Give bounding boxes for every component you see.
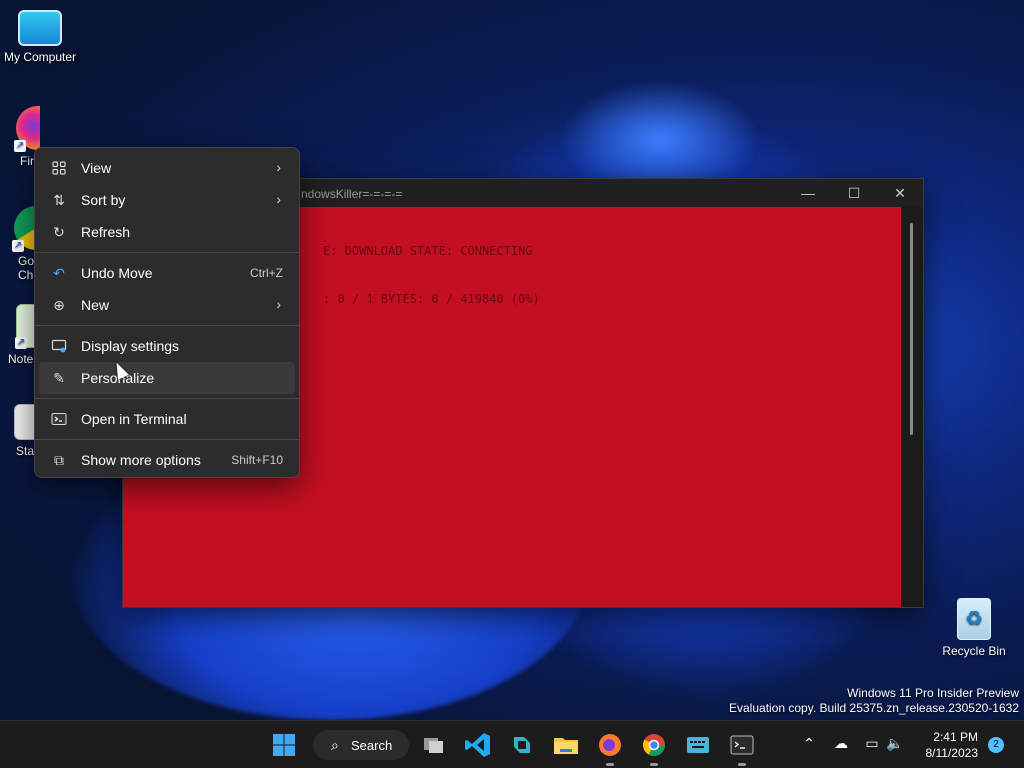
menu-item-personalize[interactable]: ✎ Personalize [39, 362, 295, 394]
desktop-icon-recycle-bin[interactable]: ♻ Recycle Bin [934, 598, 1014, 658]
start-button[interactable] [268, 729, 300, 761]
running-indicator [606, 763, 614, 766]
menu-item-open-in-terminal[interactable]: Open in Terminal [39, 403, 295, 435]
edge-dev-icon [514, 737, 530, 753]
pen-icon: ✎ [53, 370, 65, 386]
taskbar-file-explorer[interactable] [550, 729, 582, 761]
network-offline-icon[interactable]: ☁ [831, 735, 851, 752]
shortcut-arrow-icon: ↗ [15, 337, 27, 349]
running-indicator [738, 763, 746, 766]
menu-item-refresh[interactable]: ↻ Refresh [39, 216, 295, 248]
taskbar: ⌕ Search ⌃ ☁ ▭ 🔈 2:41 PM 8/11/2023 2 [0, 720, 1024, 768]
volume-icon[interactable]: 🔈 [885, 735, 905, 752]
minimize-button[interactable]: — [785, 179, 831, 207]
running-indicator [650, 763, 658, 766]
menu-divider [35, 439, 299, 440]
watermark-line: Evaluation copy. Build 25375.zn_release.… [729, 701, 1019, 715]
start-icon [273, 734, 295, 756]
ethernet-icon[interactable]: ▭ [862, 735, 882, 752]
task-view-icon [424, 738, 443, 753]
share-icon: ⧉ [54, 452, 64, 468]
menu-divider [35, 252, 299, 253]
chevron-up-icon[interactable]: ⌃ [799, 735, 819, 752]
menu-divider [35, 325, 299, 326]
terminal-icon [51, 411, 67, 427]
menu-item-shortcut: Shift+F10 [231, 453, 283, 467]
menu-item-label: Sort by [81, 192, 126, 208]
menu-item-sort-by[interactable]: ⇅ Sort by › [39, 184, 295, 216]
search-label: Search [351, 738, 393, 753]
shortcut-arrow-icon: ↗ [12, 240, 24, 252]
menu-divider [35, 398, 299, 399]
sort-icon: ⇅ [53, 192, 65, 208]
desktop-icon-label: My Computer [3, 50, 77, 64]
plus-circle-icon: ⊕ [53, 297, 65, 313]
clock-date: 8/11/2023 [925, 746, 979, 760]
close-button[interactable]: ✕ [877, 179, 923, 207]
taskbar-chrome[interactable] [638, 729, 670, 766]
desktop-icon-my-computer[interactable]: My Computer [0, 10, 80, 64]
monitor-icon [18, 10, 62, 46]
watermark-line: Windows 11 Pro Insider Preview [847, 686, 1019, 700]
window-title: ndowsKiller=-=-=-= [301, 187, 403, 201]
menu-item-label: New [81, 297, 110, 313]
firefox-icon [599, 734, 621, 756]
menu-item-label: Show more options [81, 452, 201, 468]
scrollbar[interactable] [901, 207, 923, 607]
menu-item-show-more-options[interactable]: ⧉ Show more options Shift+F10 [39, 444, 295, 476]
taskbar-edge-dev[interactable] [506, 729, 538, 761]
chevron-right-icon: › [276, 159, 281, 175]
search-icon: ⌕ [331, 737, 339, 753]
menu-item-display-settings[interactable]: Display settings [39, 330, 295, 362]
desktop-context-menu: View › ⇅ Sort by › ↻ Refresh ↶ Undo Move… [34, 147, 300, 478]
taskbar-keyboard-app[interactable] [682, 729, 714, 761]
file-explorer-icon [554, 738, 578, 754]
undo-icon: ↶ [53, 265, 65, 281]
desktop-icon-label: Recycle Bin [942, 644, 1006, 658]
display-settings-icon [51, 338, 67, 354]
menu-item-label: Open in Terminal [81, 411, 187, 427]
system-clock[interactable]: 2:41 PM 8/11/2023 [916, 729, 979, 761]
chevron-right-icon: › [276, 191, 281, 207]
chrome-icon [643, 734, 665, 756]
menu-item-undo-move[interactable]: ↶ Undo Move Ctrl+Z [39, 257, 295, 289]
recycle-bin-icon: ♻ [957, 598, 991, 640]
menu-item-shortcut: Ctrl+Z [250, 266, 283, 280]
chevron-right-icon: › [276, 296, 281, 312]
task-view-button[interactable] [418, 729, 450, 761]
taskbar-firefox[interactable] [594, 729, 626, 766]
menu-item-view[interactable]: View › [39, 152, 295, 184]
shortcut-arrow-icon: ↗ [14, 140, 26, 152]
menu-item-label: View [81, 160, 112, 176]
notification-badge[interactable]: 2 [988, 737, 1004, 753]
taskbar-search[interactable]: ⌕ Search [313, 730, 409, 760]
menu-item-label: Display settings [81, 338, 180, 354]
menu-item-label: Undo Move [81, 265, 153, 281]
clock-time: 2:41 PM [933, 730, 978, 744]
keyboard-app-icon [687, 737, 709, 753]
menu-item-new[interactable]: ⊕ New › [39, 289, 295, 321]
scrollbar-thumb[interactable] [910, 223, 913, 435]
grid-view-icon [51, 160, 67, 176]
evaluation-watermark: Windows 11 Pro Insider Preview Evaluatio… [729, 686, 1019, 716]
taskbar-vscode[interactable] [462, 729, 494, 761]
maximize-button[interactable]: ☐ [831, 179, 877, 207]
terminal-icon [730, 735, 754, 755]
vscode-icon [465, 733, 490, 757]
firefox-icon: ↗ [14, 106, 40, 152]
refresh-icon: ↻ [53, 224, 65, 240]
taskbar-terminal[interactable] [726, 729, 758, 766]
menu-item-label: Refresh [81, 224, 131, 240]
